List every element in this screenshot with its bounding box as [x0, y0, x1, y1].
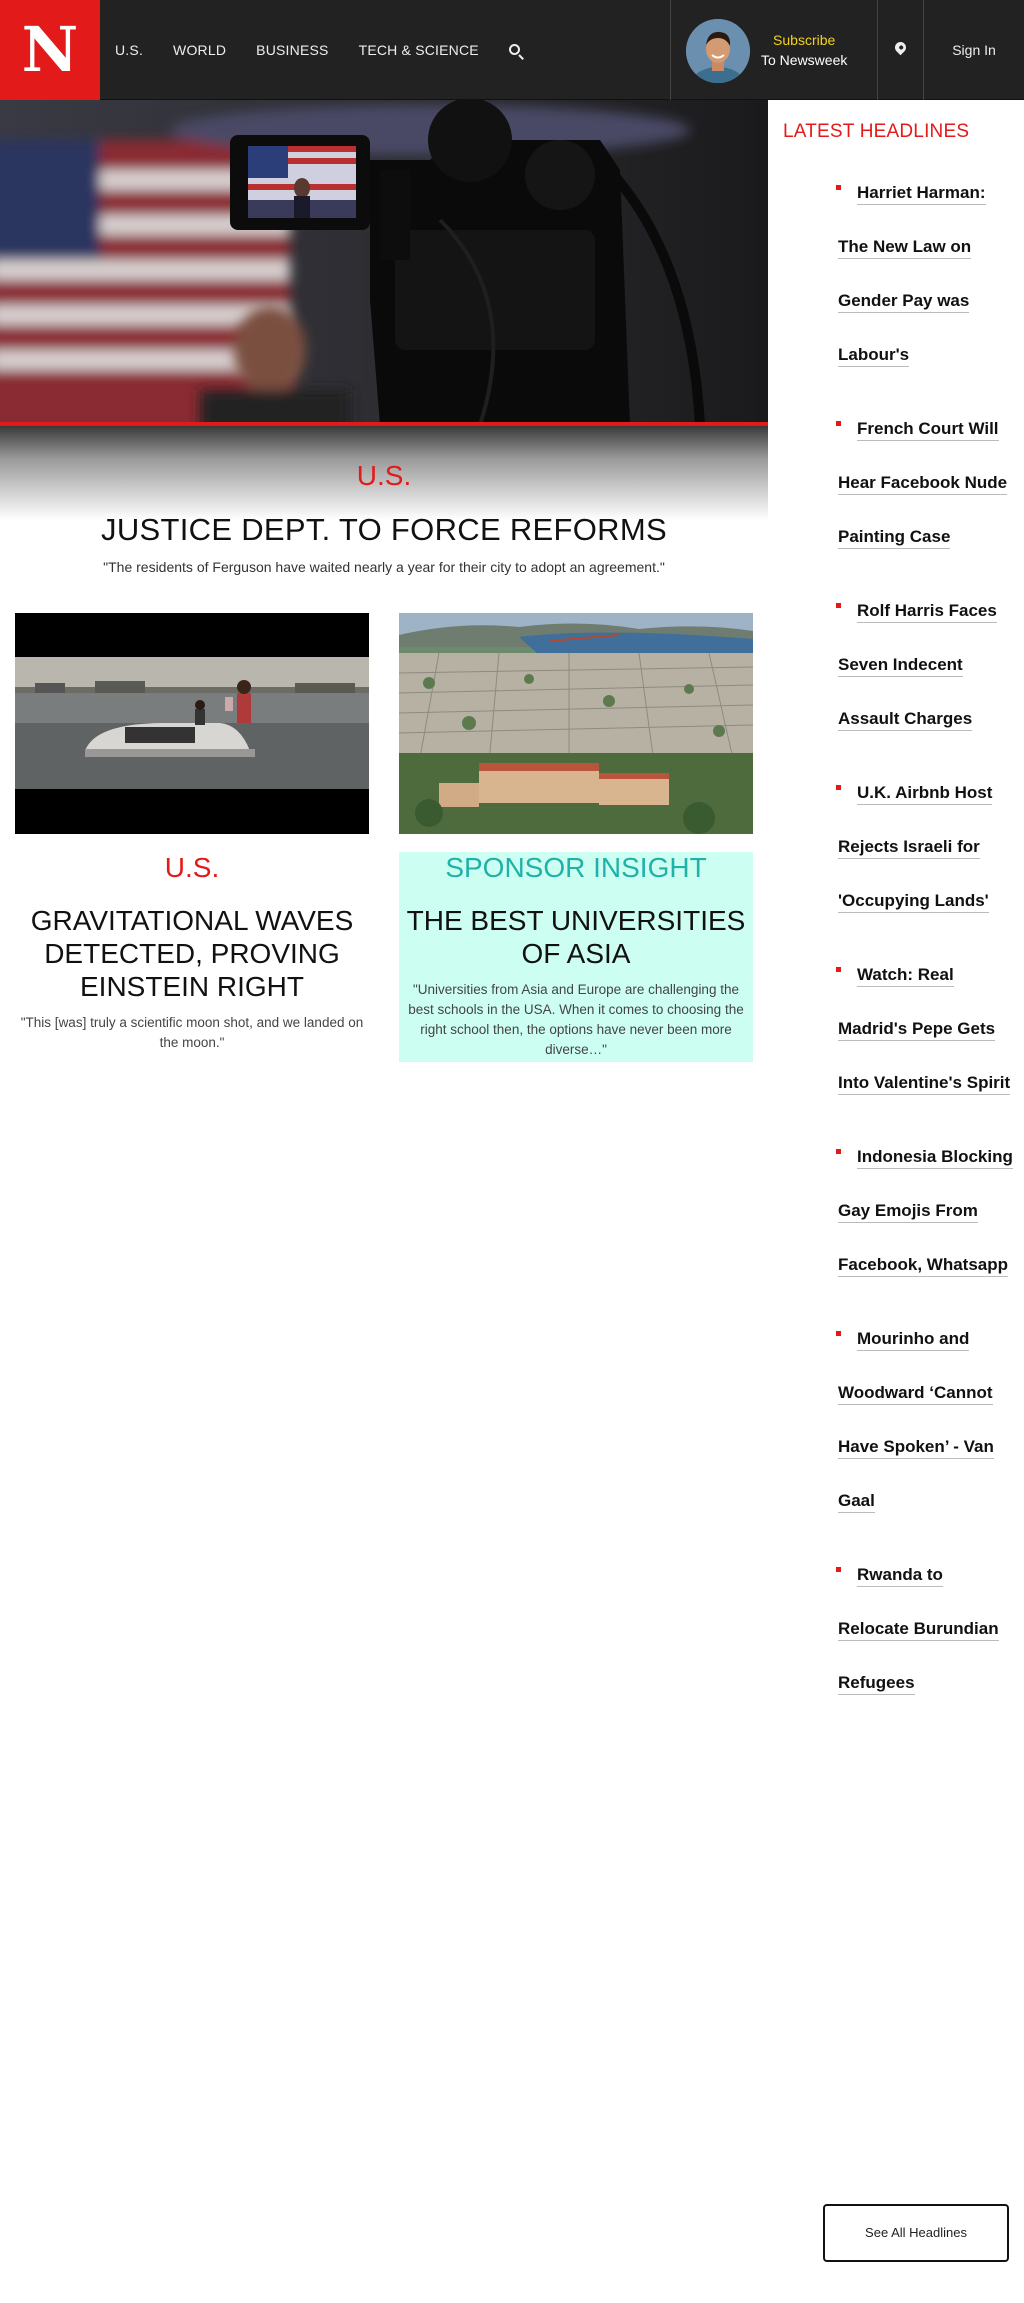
story-subtitle: "This [was] truly a scientific moon shot… — [20, 1015, 364, 1050]
story-category[interactable]: SPONSOR INSIGHT — [399, 852, 753, 884]
story-card-gravitational-waves[interactable]: U.S. GRAVITATIONAL WAVES DETECTED, PROVI… — [15, 613, 369, 1053]
headline-item: Indonesia Blocking Gay Emojis From Faceb… — [836, 1130, 1018, 1292]
story-card-body: SPONSOR INSIGHT THE BEST UNIVERSITIES OF… — [399, 852, 753, 1062]
story-title[interactable]: THE BEST UNIVERSITIES OF ASIA — [399, 904, 753, 970]
subscribe-text: Subscribe To Newsweek — [761, 30, 847, 70]
location-button[interactable] — [878, 0, 924, 100]
hero-title[interactable]: JUSTICE DEPT. TO FORCE REFORMS — [0, 512, 768, 548]
story-image-campus — [399, 613, 753, 834]
latest-headlines-sidebar: LATEST HEADLINES Harriet Harman: The New… — [768, 100, 1024, 2303]
story-subtitle: "Universities from Asia and Europe are c… — [408, 982, 744, 1057]
location-pin-icon — [892, 39, 909, 56]
headline-link[interactable]: Watch: Real Madrid's Pepe Gets Into Vale… — [838, 965, 1011, 1095]
bullet-icon — [836, 1331, 841, 1336]
nav-item-us[interactable]: U.S. — [100, 42, 158, 58]
headline-link[interactable]: U.K. Airbnb Host Rejects Israeli for 'Oc… — [838, 783, 993, 913]
hero-subtitle: "The residents of Ferguson have waited n… — [103, 559, 665, 575]
subscribe-button[interactable]: Subscribe To Newsweek — [670, 0, 878, 100]
headline-link[interactable]: Harriet Harman: The New Law on Gender Pa… — [838, 183, 986, 367]
bullet-icon — [836, 185, 841, 190]
headline-item: Harriet Harman: The New Law on Gender Pa… — [836, 166, 1018, 382]
newsweek-logo[interactable]: N — [0, 0, 100, 100]
story-category[interactable]: U.S. — [15, 852, 369, 884]
story-card-universities-asia[interactable]: SPONSOR INSIGHT THE BEST UNIVERSITIES OF… — [399, 613, 753, 1062]
headline-item: Rolf Harris Faces Seven Indecent Assault… — [836, 584, 1018, 746]
hero-story[interactable] — [0, 100, 768, 520]
avatar — [686, 19, 750, 83]
headline-link[interactable]: Mourinho and Woodward ‘Cannot Have Spoke… — [838, 1329, 994, 1513]
hero-category[interactable]: U.S. — [0, 460, 768, 492]
story-card-body: U.S. GRAVITATIONAL WAVES DETECTED, PROVI… — [15, 852, 369, 1053]
headline-link[interactable]: Indonesia Blocking Gay Emojis From Faceb… — [838, 1147, 1013, 1277]
logo-letter: N — [21, 13, 79, 86]
bullet-icon — [836, 421, 841, 426]
hero-image — [0, 100, 768, 425]
bullet-icon — [836, 1567, 841, 1572]
sign-in-link[interactable]: Sign In — [924, 0, 1024, 100]
nav-item-tech-science[interactable]: TECH & SCIENCE — [344, 42, 494, 58]
nav-item-business[interactable]: BUSINESS — [241, 42, 343, 58]
see-all-headlines-button[interactable]: See All Headlines — [823, 2204, 1009, 2262]
bullet-icon — [836, 603, 841, 608]
headline-item: U.K. Airbnb Host Rejects Israeli for 'Oc… — [836, 766, 1018, 928]
bullet-icon — [836, 1149, 841, 1154]
headline-list: Harriet Harman: The New Law on Gender Pa… — [836, 166, 1018, 1730]
subscribe-sublabel: To Newsweek — [761, 52, 848, 68]
headline-item: French Court Will Hear Facebook Nude Pai… — [836, 402, 1018, 564]
headline-item: Watch: Real Madrid's Pepe Gets Into Vale… — [836, 948, 1018, 1110]
main-nav: U.S. WORLD BUSINESS TECH & SCIENCE — [100, 0, 534, 100]
story-title[interactable]: GRAVITATIONAL WAVES DETECTED, PROVING EI… — [15, 904, 369, 1003]
latest-headlines-heading: LATEST HEADLINES — [783, 121, 970, 142]
search-button[interactable] — [494, 0, 534, 100]
headline-item: Mourinho and Woodward ‘Cannot Have Spoke… — [836, 1312, 1018, 1528]
headline-link[interactable]: Rolf Harris Faces Seven Indecent Assault… — [838, 601, 997, 731]
search-icon — [508, 44, 520, 55]
story-image-flood — [15, 613, 369, 834]
subscribe-label: Subscribe — [773, 32, 836, 48]
nav-item-world[interactable]: WORLD — [158, 42, 241, 58]
bullet-icon — [836, 967, 841, 972]
site-header: N U.S. WORLD BUSINESS TECH & SCIENCE Sub… — [0, 0, 1024, 100]
headline-item: Rwanda to Relocate Burundian Refugees — [836, 1548, 1018, 1710]
headline-link[interactable]: Rwanda to Relocate Burundian Refugees — [838, 1565, 999, 1695]
headline-link[interactable]: French Court Will Hear Facebook Nude Pai… — [838, 419, 1008, 549]
bullet-icon — [836, 785, 841, 790]
